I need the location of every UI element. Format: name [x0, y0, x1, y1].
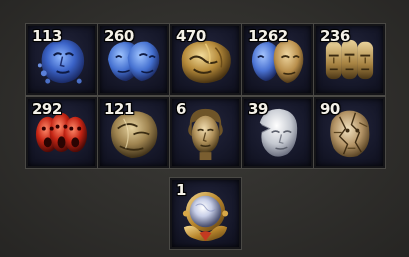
stash-slot-2[interactable]: 260 [97, 23, 170, 96]
stash-slot-5[interactable]: 236 [313, 23, 386, 96]
blue-twin-faces-fragment-icon [107, 41, 160, 82]
stash-slot-1[interactable]: 113 [25, 23, 98, 96]
blue-gold-twin-faces-fragment-icon [251, 39, 304, 84]
bronze-layered-faces-fragment-icon [110, 111, 158, 159]
bronze-woman-head-fragment-icon [188, 108, 223, 161]
stash-slot-11[interactable]: 1 [169, 177, 242, 250]
stash-slot-8[interactable]: 6 [169, 96, 242, 169]
stash-slot-7[interactable]: 121 [97, 96, 170, 169]
crystal-orb-amulet-icon [182, 191, 229, 242]
stash-slot-6[interactable]: 292 [25, 96, 98, 169]
stash-slot-10[interactable]: 90 [313, 96, 386, 169]
stash-slot-4[interactable]: 1262 [241, 23, 314, 96]
stash-grid: 113 260 470 1262 236 292 121 6 39 90 1 [0, 0, 409, 257]
red-screaming-faces-fragment-icon [35, 112, 88, 153]
stash-slot-3[interactable]: 470 [169, 23, 242, 96]
blue-fractured-face-fragment-icon [37, 39, 85, 84]
stash-slot-9[interactable]: 39 [241, 96, 314, 169]
cracked-stone-face-fragment-icon [330, 110, 370, 158]
gold-masked-faces-fragment-icon [181, 40, 231, 84]
gold-triple-faces-fragment-icon [325, 39, 374, 80]
marble-broken-head-fragment-icon [259, 108, 298, 157]
